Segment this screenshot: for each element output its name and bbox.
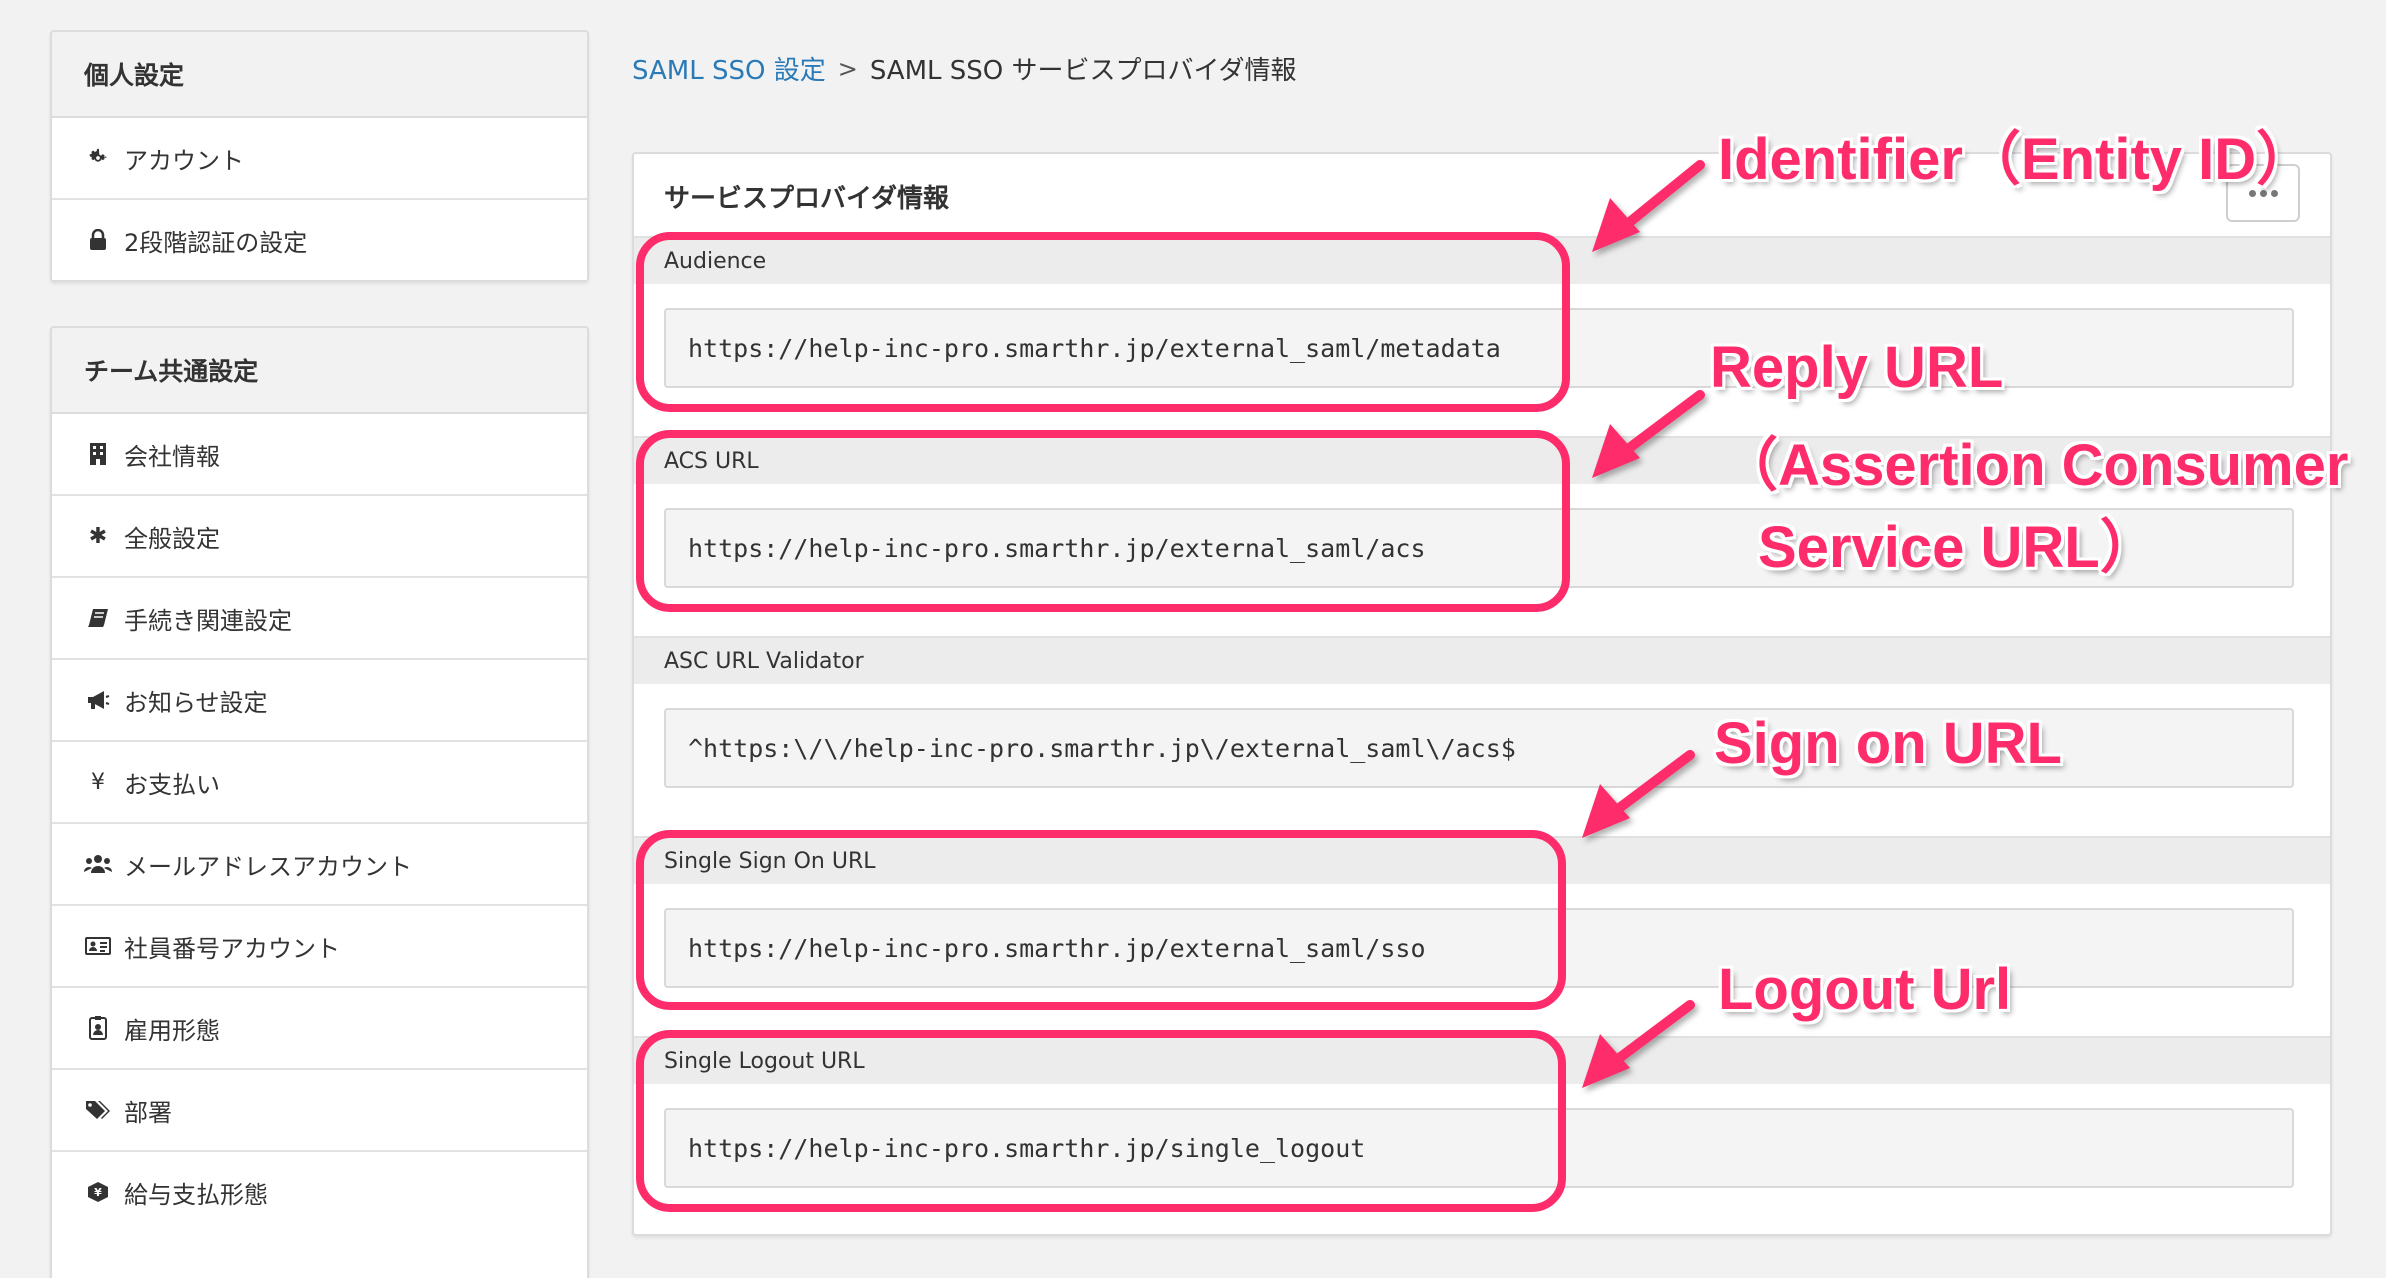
arrow-sign-on-url-icon [1605,750,1695,820]
annotation-logout-url: Logout Url [1718,957,2012,1022]
arrow-reply-url-icon [1615,390,1705,460]
annotation-sign-on-url: Sign on URL [1714,711,2062,776]
annotation-identifier: Identifier（Entity ID） [1718,127,2315,192]
annotation-reply-url-line1: Reply URL [1710,335,2004,400]
arrow-logout-url-icon [1605,1000,1695,1070]
annotation-reply-url-line3: Service URL） [1758,515,2158,580]
annotation-reply-url-line2: （Assertion Consumer [1720,433,2349,498]
arrow-identifier-icon [1615,160,1705,235]
